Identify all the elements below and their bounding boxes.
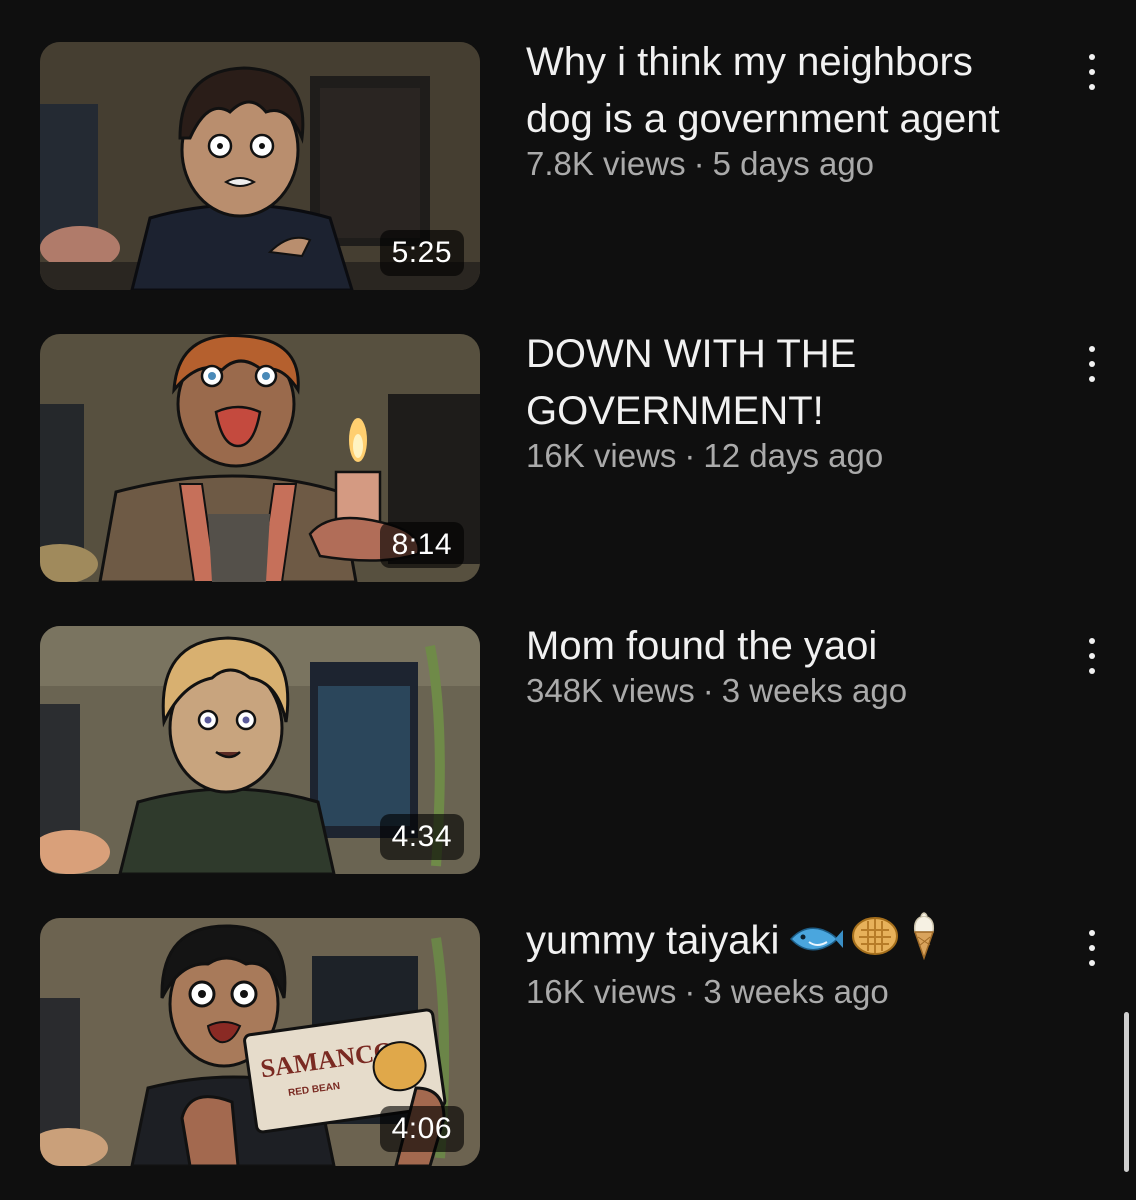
separator-dot: ·: [684, 973, 696, 1010]
video-meta: yummy taiyaki 16K views · 3 weeks ago: [526, 912, 1046, 1012]
separator-dot: ·: [684, 437, 696, 474]
video-item[interactable]: 8:14 DOWN WITH THE GOVERNMENT! 16K views…: [0, 332, 1136, 584]
fish-emoji-icon: [787, 915, 844, 972]
video-stats: 16K views · 3 weeks ago: [526, 972, 1046, 1012]
more-options-icon[interactable]: [1080, 638, 1104, 674]
view-count: 348K views: [526, 672, 695, 709]
video-duration: 4:34: [379, 814, 464, 860]
video-title[interactable]: DOWN WITH THE GOVERNMENT!: [526, 326, 926, 440]
upload-age: 12 days ago: [703, 437, 884, 474]
video-duration: 8:14: [379, 522, 464, 568]
separator-dot: ·: [693, 145, 705, 182]
video-meta: DOWN WITH THE GOVERNMENT! 16K views · 12 d…: [526, 332, 1046, 476]
video-item[interactable]: 5:25 Why i think my neighbors dog is a g…: [0, 40, 1136, 292]
video-thumbnail[interactable]: 8:14: [40, 334, 480, 582]
waffle-emoji-icon: [851, 915, 899, 972]
video-meta: Mom found the yaoi 348K views · 3 weeks ag…: [526, 624, 1046, 711]
video-stats: 16K views · 12 days ago: [526, 436, 1046, 476]
more-options-icon[interactable]: [1080, 54, 1104, 90]
video-title[interactable]: Why i think my neighbors dog is a govern…: [526, 34, 1046, 148]
video-title-text: yummy taiyaki: [526, 918, 780, 963]
video-title[interactable]: Mom found the yaoi: [526, 618, 1046, 675]
video-list: 5:25 Why i think my neighbors dog is a g…: [0, 0, 1136, 1200]
ice-cream-emoji-icon: [907, 910, 941, 976]
video-thumbnail[interactable]: 4:34: [40, 626, 480, 874]
video-stats: 348K views · 3 weeks ago: [526, 671, 1046, 711]
video-stats: 7.8K views · 5 days ago: [526, 144, 1046, 184]
separator-dot: ·: [702, 672, 714, 709]
video-meta: Why i think my neighbors dog is a govern…: [526, 40, 1046, 184]
upload-age: 3 weeks ago: [721, 672, 908, 709]
view-count: 16K views: [526, 973, 677, 1010]
video-item[interactable]: 4:34 Mom found the yaoi 348K views · 3 wee…: [0, 624, 1136, 876]
video-item[interactable]: SAMANCO RED BEAN 4:06 yummy taiyaki 16K …: [0, 912, 1136, 1168]
scrollbar[interactable]: [1124, 1012, 1129, 1172]
more-options-icon[interactable]: [1080, 346, 1104, 382]
upload-age: 5 days ago: [712, 145, 875, 182]
view-count: 16K views: [526, 437, 677, 474]
video-thumbnail[interactable]: 5:25: [40, 42, 480, 290]
view-count: 7.8K views: [526, 145, 686, 182]
video-duration: 5:25: [379, 230, 464, 276]
more-options-icon[interactable]: [1080, 930, 1104, 966]
video-title[interactable]: yummy taiyaki: [526, 910, 1046, 976]
upload-age: 3 weeks ago: [703, 973, 889, 1010]
video-duration: 4:06: [379, 1106, 464, 1152]
video-thumbnail[interactable]: SAMANCO RED BEAN 4:06: [40, 918, 480, 1166]
